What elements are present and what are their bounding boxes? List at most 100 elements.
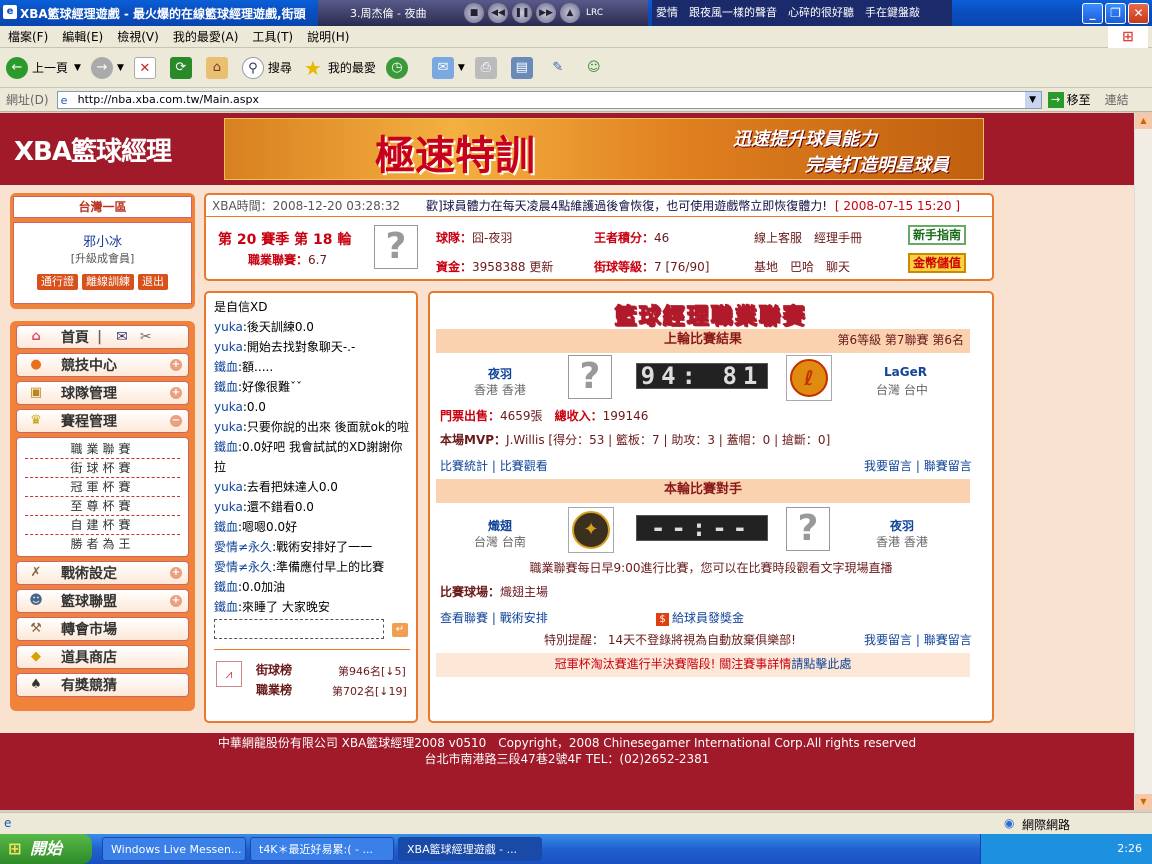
chevron-down-icon[interactable]: ▼: [74, 63, 81, 73]
menu-tools[interactable]: 工具(T): [252, 28, 293, 45]
go-button[interactable]: 移至: [1067, 91, 1091, 108]
collapse-minus-icon[interactable]: −: [170, 415, 182, 427]
submenu-champion-cup[interactable]: 冠軍杯賽: [25, 478, 180, 497]
team-name[interactable]: 囧-夜羽: [472, 231, 512, 245]
community-links[interactable]: 基地 巴哈 聊天: [754, 258, 850, 275]
chat-user[interactable]: 鐵血: [214, 520, 238, 534]
chat-user[interactable]: yuka: [214, 400, 243, 414]
close-button[interactable]: ✕: [1128, 3, 1149, 24]
favorites-button[interactable]: ★ 我的最愛: [302, 57, 376, 79]
menu-view[interactable]: 檢視(V): [117, 28, 159, 45]
chat-user[interactable]: yuka: [214, 320, 243, 334]
submenu-street-cup[interactable]: 街球杯賽: [25, 459, 180, 478]
beginner-guide-button[interactable]: 新手指南: [908, 225, 966, 245]
scroll-up-icon[interactable]: ▲: [1135, 113, 1152, 129]
history-button[interactable]: ◷: [385, 56, 412, 79]
nav-transfer[interactable]: ⚒ 轉會市場: [16, 617, 189, 641]
home-button[interactable]: ⌂: [205, 56, 232, 79]
site-logo[interactable]: XBA籃球經理: [14, 131, 172, 168]
logout-button[interactable]: 退出: [137, 273, 169, 291]
update-link[interactable]: 更新: [529, 260, 553, 274]
submenu-winner[interactable]: 勝者為王: [25, 535, 180, 554]
expand-plus-icon[interactable]: +: [170, 387, 182, 399]
tools-icon[interactable]: ✂: [140, 329, 152, 345]
submenu-supreme-cup[interactable]: 至尊杯賽: [25, 497, 180, 516]
service-links[interactable]: 線上客服 經理手冊: [754, 229, 862, 246]
search-button[interactable]: ⚲ 搜尋: [241, 56, 292, 79]
leave-message-link-2[interactable]: 我要留言: [864, 633, 912, 647]
chat-user[interactable]: 愛情≠永久: [214, 560, 272, 574]
expand-plus-icon[interactable]: +: [170, 567, 182, 579]
chat-user[interactable]: 鐵血: [214, 580, 238, 594]
chat-user[interactable]: 愛情≠永久: [214, 540, 272, 554]
chat-user[interactable]: yuka: [214, 500, 243, 514]
chevron-down-icon[interactable]: ▼: [1024, 91, 1041, 108]
view-league-link[interactable]: 查看聯賽: [440, 611, 488, 625]
passport-button[interactable]: 通行證: [36, 273, 79, 291]
chat-user[interactable]: 鐵血: [214, 360, 238, 374]
url-input[interactable]: e http://nba.xba.com.tw/Main.aspx ▼: [56, 90, 1042, 109]
links-button[interactable]: 連結: [1105, 91, 1129, 108]
nav-quiz[interactable]: ♠ 有獎競猜: [16, 673, 189, 697]
minimize-button[interactable]: _: [1082, 3, 1103, 24]
chevron-down-icon[interactable]: ▼: [458, 63, 465, 73]
messenger-button[interactable]: ☺: [583, 57, 609, 79]
discuss-button[interactable]: ✎: [547, 57, 573, 79]
match-stats-link[interactable]: 比賽統計: [440, 459, 488, 473]
submenu-custom-cup[interactable]: 自建杯賽: [25, 516, 180, 535]
menu-help[interactable]: 說明(H): [307, 28, 349, 45]
print-button[interactable]: ⎙: [474, 56, 501, 79]
stop-icon[interactable]: ■: [464, 3, 484, 23]
home-team[interactable]: 夜羽: [488, 365, 512, 382]
chat-input[interactable]: [214, 619, 384, 639]
nav-tactics[interactable]: ✗ 戰術設定 +: [16, 561, 189, 585]
chat-user[interactable]: 鐵血: [214, 440, 238, 454]
back-button[interactable]: ← 上一頁 ▼: [6, 56, 81, 79]
go-arrow-icon[interactable]: →: [1047, 91, 1064, 108]
chat-user[interactable]: yuka: [214, 420, 243, 434]
bonus-link[interactable]: 給球員發獎金: [672, 611, 744, 625]
next-home-team[interactable]: 熾翅: [488, 517, 512, 534]
maximize-button[interactable]: ❐: [1105, 3, 1126, 24]
match-watch-link[interactable]: 比賽觀看: [500, 459, 548, 473]
next-icon[interactable]: ▶▶: [536, 3, 556, 23]
expand-plus-icon[interactable]: +: [170, 359, 182, 371]
send-icon[interactable]: ↵: [392, 623, 408, 637]
menu-favorites[interactable]: 我的最愛(A): [173, 28, 239, 45]
eject-icon[interactable]: ▲: [560, 3, 580, 23]
promo-banner[interactable]: 極速特訓 迅速提升球員能力 完美打造明星球員: [224, 118, 984, 180]
refresh-button[interactable]: ⟳: [169, 56, 196, 79]
chat-user[interactable]: yuka: [214, 480, 243, 494]
away-team[interactable]: LaGeR: [884, 365, 927, 379]
nav-shop[interactable]: ◆ 道具商店: [16, 645, 189, 669]
mail-button[interactable]: ✉ ▼: [431, 56, 465, 79]
submenu-pro-league[interactable]: 職業聯賽: [25, 440, 180, 459]
nav-arena[interactable]: ● 競技中心 +: [16, 353, 189, 377]
vertical-scrollbar[interactable]: ▲ ▼: [1134, 113, 1152, 810]
chat-user[interactable]: yuka: [214, 340, 243, 354]
nav-alliance[interactable]: ☻ 籃球聯盟 +: [16, 589, 189, 613]
next-away-team[interactable]: 夜羽: [890, 517, 914, 534]
nav-home[interactable]: ⌂ 首頁 | ✉ ✂: [16, 325, 189, 349]
forward-button[interactable]: → ▼: [90, 56, 124, 79]
task-ie[interactable]: XBA籃球經理遊戲 - ...: [398, 837, 542, 861]
start-button[interactable]: ⊞ 開始: [0, 834, 92, 864]
task-chat[interactable]: t4K＊最近好易累:( - ...: [250, 837, 394, 861]
chat-user[interactable]: 鐵血: [214, 600, 238, 614]
league-message-link-2[interactable]: 聯賽留言: [924, 633, 972, 647]
chevron-down-icon[interactable]: ▼: [117, 63, 124, 73]
nav-schedule[interactable]: ♛ 賽程管理 −: [16, 409, 189, 433]
edit-button[interactable]: ▤: [510, 56, 537, 79]
nav-team[interactable]: ▣ 球隊管理 +: [16, 381, 189, 405]
prev-icon[interactable]: ◀◀: [488, 3, 508, 23]
scroll-down-icon[interactable]: ▼: [1135, 794, 1152, 810]
stop-button[interactable]: ✕: [133, 56, 160, 79]
offline-train-button[interactable]: 離線訓練: [81, 273, 135, 291]
user-name[interactable]: 邪小冰: [14, 231, 191, 250]
cup-detail-link[interactable]: 請點擊此處: [791, 657, 851, 671]
pause-icon[interactable]: ❚❚: [512, 3, 532, 23]
mail-icon[interactable]: ✉: [116, 329, 128, 345]
gold-topup-button[interactable]: 金幣儲值: [908, 253, 966, 273]
menu-edit[interactable]: 編輯(E): [62, 28, 103, 45]
lrc-label[interactable]: LRC: [586, 8, 603, 18]
